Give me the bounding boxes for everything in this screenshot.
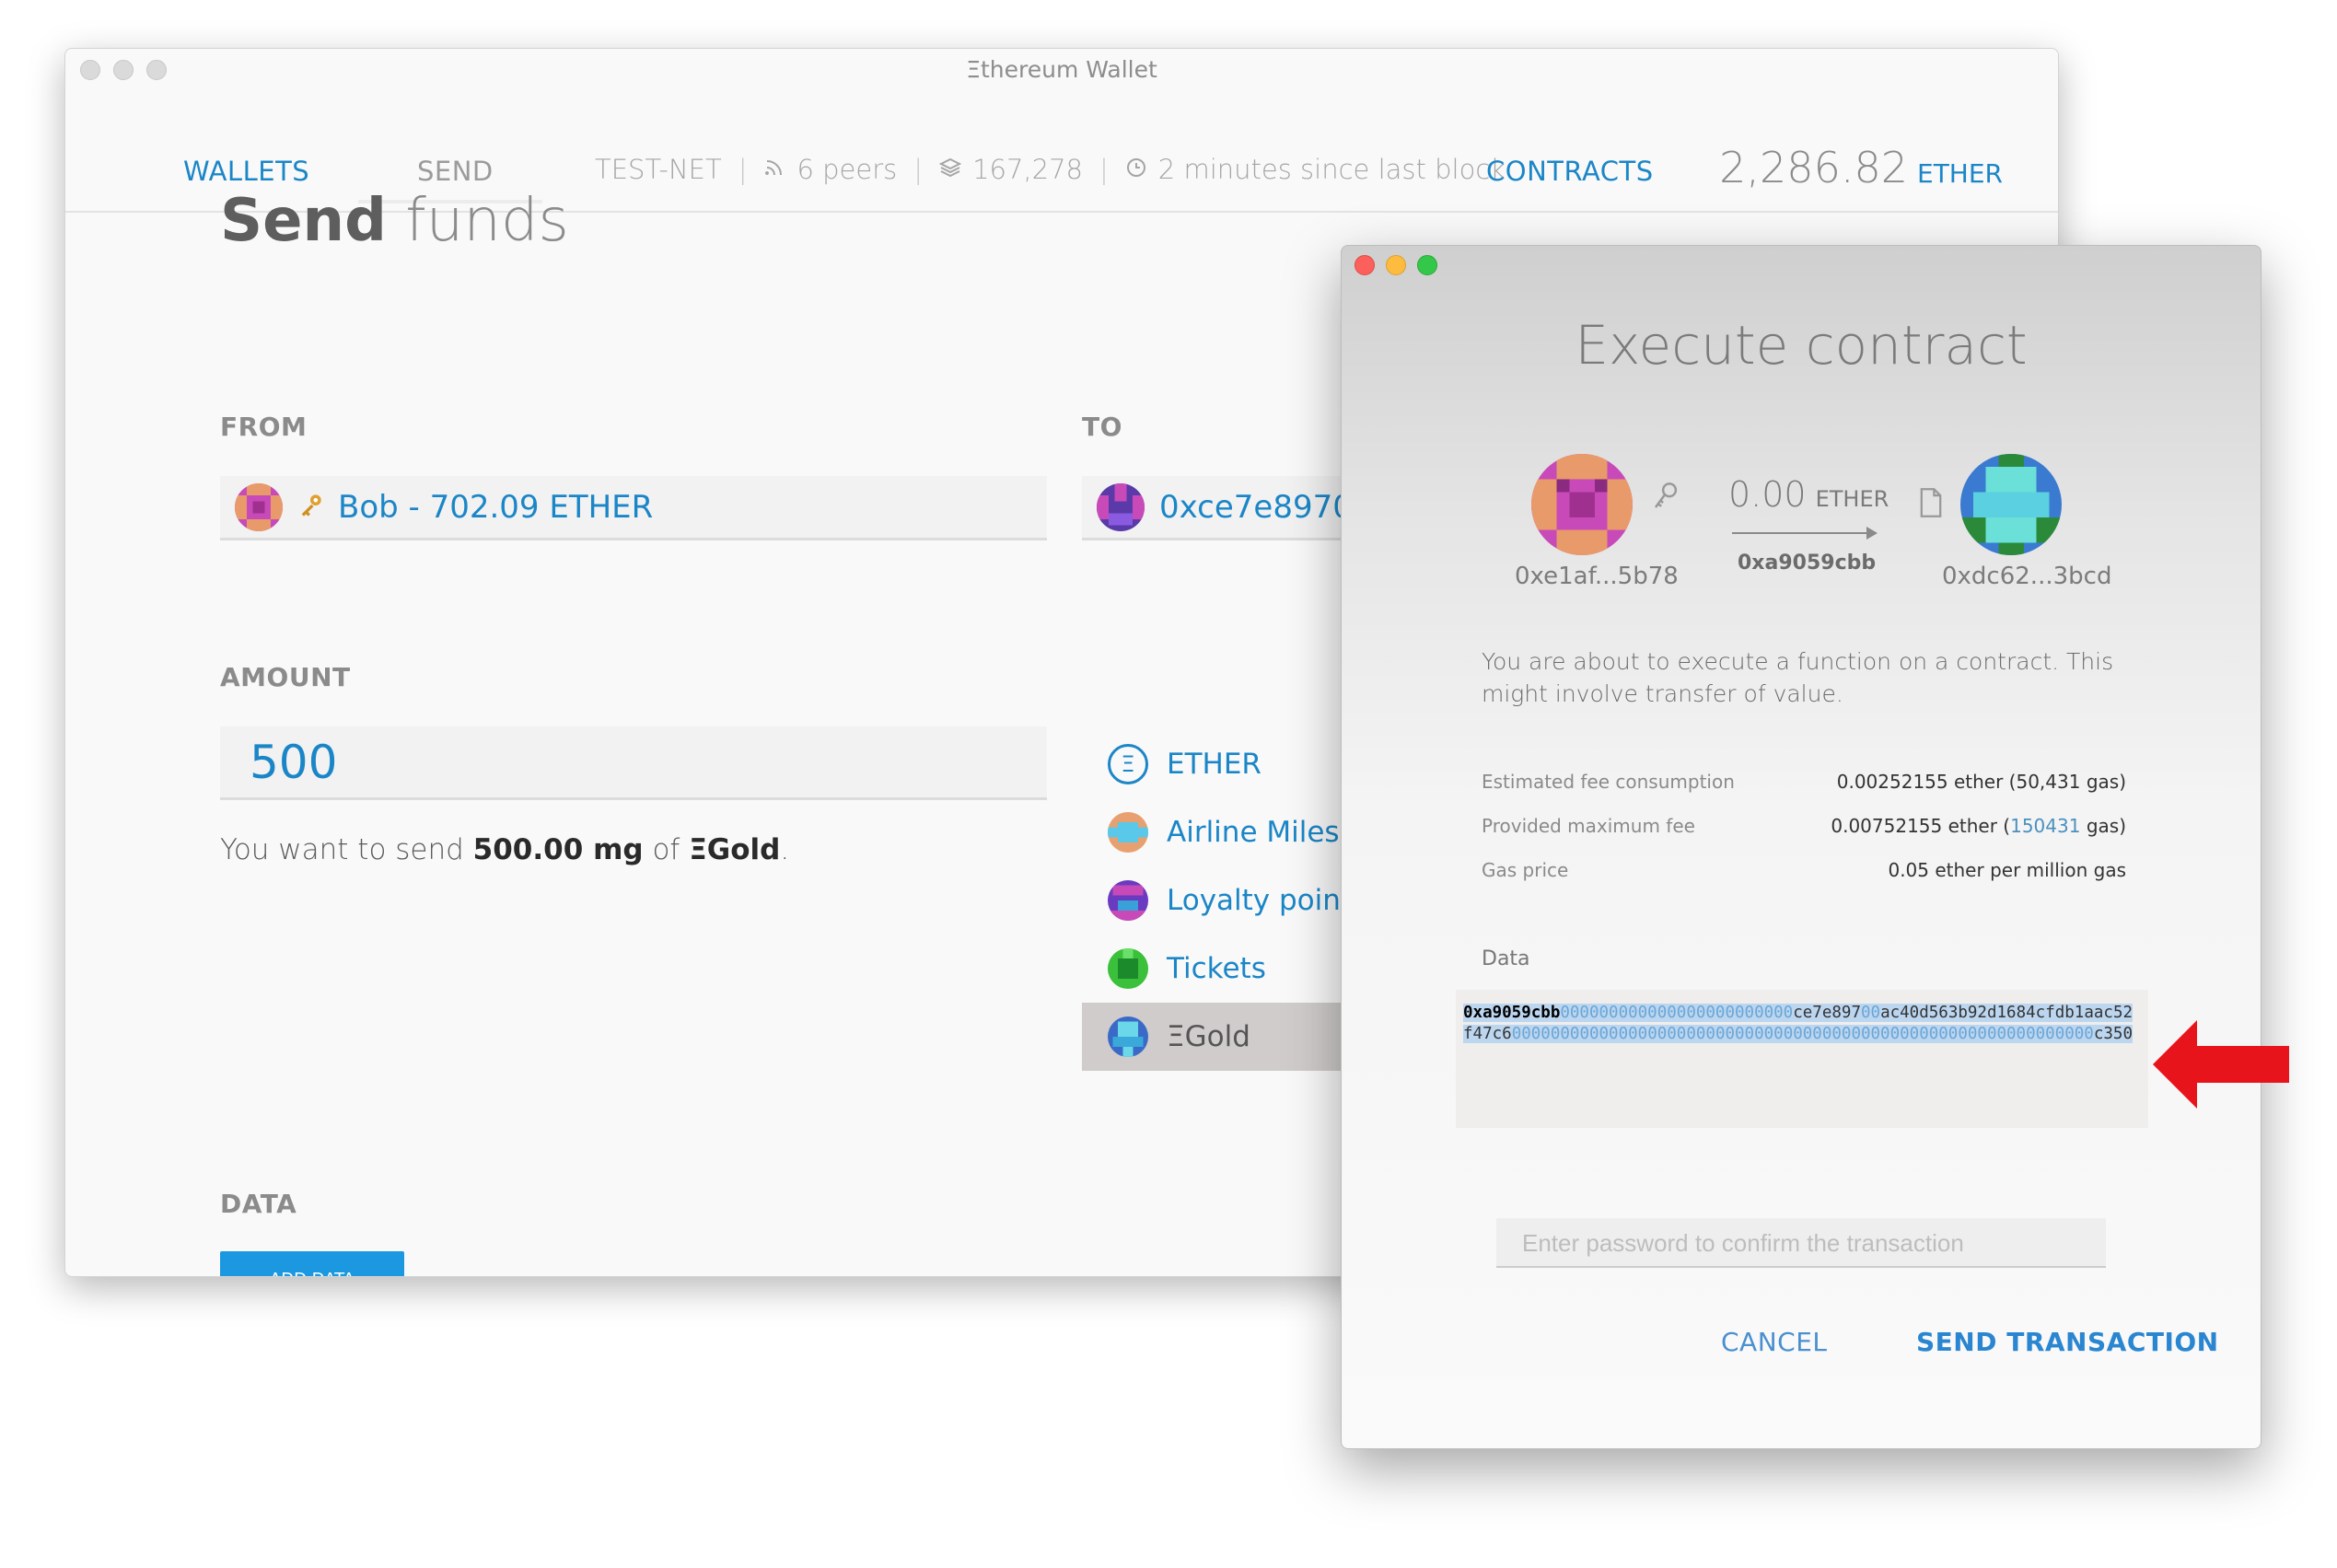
transaction-data-text: 0xa9059cbb000000000000000000000000ce7e89… — [1463, 1004, 2134, 1043]
total-balance: 2,286.82 ETHER — [1719, 143, 2003, 192]
dialog-minimize-button[interactable] — [1386, 255, 1406, 275]
dialog-data-label: Data — [1482, 947, 1530, 970]
title-bar: Ξthereum Wallet — [65, 49, 2058, 89]
nav-wallets[interactable]: WALLETS — [183, 156, 309, 187]
nav-contracts[interactable]: CONTRACTS — [1486, 156, 1654, 187]
peers-count: 6 peers — [796, 154, 898, 185]
sender-avatar — [1531, 454, 1633, 555]
from-account-select[interactable]: Bob - 702.09 ETHER — [220, 476, 1047, 540]
dialog-description: You are about to execute a function on a… — [1482, 648, 2114, 707]
max-fee-row: Provided maximum fee 0.00752155 ether (1… — [1482, 815, 2126, 837]
from-label: FROM — [220, 412, 308, 442]
airline-miles-icon — [1108, 812, 1148, 853]
send-summary: You want to send 500.00 mg of ΞGold. — [220, 833, 790, 866]
data-section-label: DATA — [220, 1189, 297, 1219]
layers-icon — [938, 154, 962, 185]
dialog-close-button[interactable] — [1355, 255, 1375, 275]
window-title: Ξthereum Wallet — [966, 56, 1157, 83]
from-avatar — [235, 482, 283, 531]
amount-input[interactable]: 500 — [220, 726, 1047, 800]
tickets-icon — [1108, 948, 1148, 989]
annotation-arrow-icon — [2153, 1020, 2289, 1112]
send-transaction-button[interactable]: SEND TRANSACTION — [1916, 1327, 2219, 1357]
function-signature: 0xa9059cbb — [1738, 552, 1877, 575]
arrow-right-icon — [1732, 524, 1879, 546]
last-block-time: 2 minutes since last block — [1157, 154, 1506, 185]
add-data-button[interactable]: ADD DATA — [220, 1251, 404, 1276]
max-gas-link[interactable]: 150431 — [2010, 815, 2080, 837]
balance-unit[interactable]: ETHER — [1917, 158, 2003, 189]
to-avatar — [1097, 482, 1145, 531]
balance-amount: 2,286.82 — [1719, 143, 1908, 192]
estimated-fee-row: Estimated fee consumption 0.00252155 eth… — [1482, 771, 2126, 793]
clock-icon — [1125, 154, 1147, 185]
contract-document-icon — [1918, 487, 1944, 522]
cancel-button[interactable]: CANCEL — [1721, 1327, 1828, 1357]
to-label: TO — [1082, 412, 1122, 442]
execute-contract-dialog: Execute contract 0xe1af...5b78 0.00 ETHE… — [1341, 245, 2261, 1449]
peers-icon — [763, 154, 785, 185]
nav-send[interactable]: SEND — [417, 156, 494, 187]
network-label: TEST-NET — [595, 154, 722, 185]
key-icon — [297, 493, 323, 522]
network-status: TEST-NET | 6 peers | 167,278 | 2 minutes… — [595, 154, 1506, 185]
password-input[interactable]: Enter password to confirm the transactio… — [1496, 1218, 2106, 1268]
contract-address: 0xdc62...3bcd — [1942, 563, 2112, 590]
key-icon — [1651, 482, 1679, 518]
egold-icon — [1108, 1016, 1148, 1057]
page-title: Send funds — [220, 187, 569, 255]
block-number: 167,278 — [972, 154, 1083, 185]
sender-address: 0xe1af...5b78 — [1515, 563, 1679, 590]
dialog-zoom-button[interactable] — [1417, 255, 1437, 275]
gas-price-row: Gas price 0.05 ether per million gas — [1482, 859, 2126, 881]
dialog-title: Execute contract — [1575, 314, 2028, 377]
loyalty-points-icon — [1108, 880, 1148, 921]
amount-label: AMOUNT — [220, 662, 351, 692]
transfer-amount: 0.00 ETHER — [1728, 474, 1889, 515]
ether-icon: Ξ — [1108, 744, 1148, 784]
amount-value: 500 — [250, 735, 338, 789]
from-account-value: Bob - 702.09 ETHER — [338, 488, 654, 526]
transaction-data-box[interactable]: 0xa9059cbb000000000000000000000000ce7e89… — [1456, 990, 2148, 1128]
contract-avatar — [1960, 454, 2062, 555]
